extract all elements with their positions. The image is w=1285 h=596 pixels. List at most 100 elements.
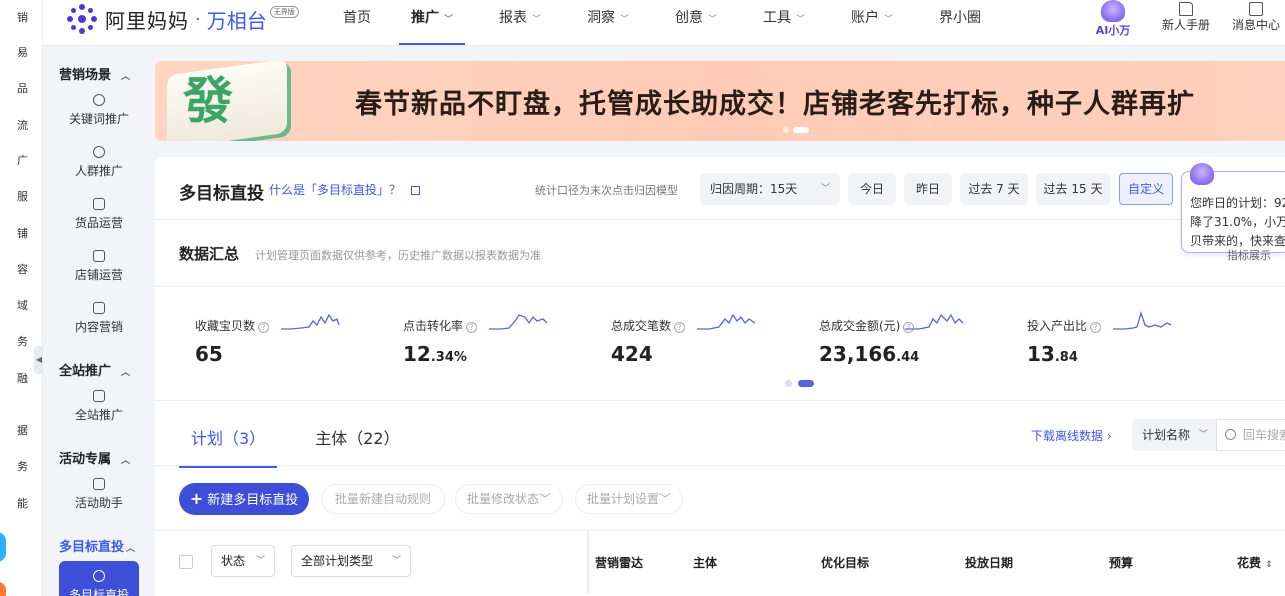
logo-main-text: 阿里妈妈 [105, 8, 189, 33]
help-icon: ? [1090, 322, 1102, 333]
sidebar-item-crowd[interactable]: 人群推广 [43, 146, 155, 179]
newbie-guide-button[interactable]: 新人手册 [1159, 0, 1213, 46]
sidebar-item-goods[interactable]: 货品运营 [43, 198, 155, 231]
message-center-button[interactable]: 消息中心 [1229, 0, 1283, 46]
sidebar-group-marketing[interactable]: 营销场景 ︿ [59, 64, 130, 83]
primary-nav-item[interactable]: 域 [17, 297, 28, 313]
nav-item[interactable]: 推广 ﹀ [398, 0, 466, 46]
primary-nav-item[interactable]: 流 [17, 117, 28, 133]
nav-item[interactable]: 界小圈 [939, 0, 981, 46]
tab-subjects[interactable]: 主体（22） [303, 419, 411, 455]
sparkline [905, 313, 964, 330]
gift-icon [93, 478, 105, 490]
chevron-down-icon: ﹀ [820, 184, 830, 194]
sparkline [697, 313, 756, 330]
sidebar-group-fullsite[interactable]: 全站推广 ︿ [59, 360, 130, 379]
batch-modify-status-button[interactable]: 批量修改状态﹀ [455, 484, 563, 514]
select-all-checkbox[interactable] [179, 555, 193, 569]
sort-icon: ⇕ [1265, 560, 1273, 570]
tab-plans[interactable]: 计划（3） [179, 419, 278, 468]
search-input[interactable]: 回车搜索 [1216, 419, 1285, 451]
sidebar-item-keyword[interactable]: 关键词推广 [43, 94, 155, 127]
primary-nav-item[interactable]: 能 [17, 495, 28, 511]
target-icon [93, 570, 105, 582]
help-link[interactable]: 什么是「多目标直投」？ [269, 181, 421, 198]
metric-card: 收藏宝贝数? 65 [195, 313, 395, 366]
sparkline [281, 313, 340, 330]
chevron-up-icon: ︿ [126, 544, 136, 554]
chevron-down-icon: ﹀ [1198, 430, 1208, 440]
sparkline [1113, 311, 1172, 330]
sidebar-item-multitarget[interactable]: 多目标直投 [59, 561, 139, 596]
metric-value: 12.34% [403, 342, 467, 366]
primary-nav-item[interactable]: 务 [17, 333, 28, 349]
nav-item[interactable]: 洞察 ﹀ [587, 0, 629, 46]
date-last7-button[interactable]: 过去 7 天 [960, 173, 1028, 205]
primary-nav-item[interactable]: 品 [17, 80, 28, 96]
sparkline [489, 314, 548, 330]
primary-nav-item[interactable]: 服 [17, 188, 28, 204]
logo-badge: 无界版 [269, 6, 299, 18]
batch-create-rule-button[interactable]: 批量新建自动规则 [321, 484, 445, 514]
app-shortcut-icon[interactable] [0, 582, 6, 596]
app-shortcut-icon[interactable] [0, 532, 6, 562]
primary-nav-item[interactable]: 务 [17, 458, 28, 474]
sidebar-group-activity[interactable]: 活动专属 ︿ [59, 448, 130, 467]
sidebar-group-multitarget[interactable]: 多目标直投 ︿ [59, 536, 135, 555]
download-offline-data-link[interactable]: 下载离线数据 › [1031, 427, 1112, 444]
sidebar-item-activity-helper[interactable]: 活动助手 [43, 478, 155, 511]
sidebar-item-shop[interactable]: 店铺运营 [43, 250, 155, 283]
metric-card: 总成交金额(元)? 23,166.44 [819, 313, 1019, 366]
nav-item[interactable]: 首页 [343, 0, 371, 46]
primary-nav-item[interactable]: 融 [17, 370, 28, 386]
nav-item[interactable]: 报表 ﹀ [499, 0, 541, 46]
primary-nav-item[interactable]: 广 [17, 152, 28, 168]
ai-robot-icon [1101, 0, 1125, 22]
chevron-down-icon: ﹀ [708, 15, 718, 25]
metric-card: 点击转化率? 12.34% [403, 314, 603, 366]
date-custom-button[interactable]: 自定义 [1119, 173, 1173, 205]
new-multitarget-button[interactable]: + 新建多目标直投 [179, 483, 309, 515]
search-icon [1225, 429, 1236, 440]
logo-product-text: 万相台 [206, 8, 267, 33]
attribution-period-select[interactable]: 归因周期：15天 ﹀ [700, 173, 840, 205]
date-last15-button[interactable]: 过去 15 天 [1036, 173, 1110, 205]
attribution-note: 统计口径为末次点击归因模型 [535, 184, 678, 197]
primary-sidebar: 销易品流广服铺容域务融据务能 [0, 0, 43, 596]
sidebar-item-fullsite[interactable]: 全站推广 [43, 390, 155, 423]
promo-banner[interactable]: 發 春节新品不盯盘，托管成长助成交！店铺老客先打标，种子人群再扩 [155, 61, 1285, 141]
nav-item[interactable]: 账户 ﹀ [851, 0, 893, 46]
primary-nav-item[interactable]: 容 [17, 261, 28, 277]
primary-nav-item[interactable]: 据 [17, 422, 28, 438]
banner-pagination[interactable] [783, 127, 809, 133]
nav-item[interactable]: 创意 ﹀ [675, 0, 717, 46]
help-icon: ? [674, 322, 686, 333]
column-header-sortable[interactable]: 花费 ⇕ [1237, 554, 1273, 571]
search-field-select[interactable]: 计划名称 ﹀ [1132, 419, 1216, 451]
metric-display-setting[interactable]: 指标展示 [1227, 247, 1271, 263]
metric-card: 总成交笔数? 424 [611, 313, 811, 366]
logo-separator: · [195, 8, 201, 30]
primary-nav-item[interactable]: 销 [17, 9, 28, 25]
banner-text: 春节新品不盯盘，托管成长助成交！店铺老客先打标，种子人群再扩 [355, 89, 1195, 120]
ai-assistant-button[interactable]: AI小万 [1093, 0, 1133, 46]
main-card: 多目标直投 什么是「多目标直投」？ 统计口径为末次点击归因模型 归因周期：15天… [155, 157, 1285, 596]
primary-nav-item[interactable]: 易 [17, 44, 28, 60]
nav-item[interactable]: 工具 ﹀ [763, 0, 805, 46]
date-today-button[interactable]: 今日 [848, 173, 896, 205]
date-yesterday-button[interactable]: 昨日 [904, 173, 952, 205]
plan-type-filter-select[interactable]: 全部计划类型 ﹀ [291, 545, 411, 577]
ai-robot-icon [1190, 163, 1214, 185]
mail-icon [1249, 2, 1263, 16]
metrics-pagination[interactable] [785, 380, 814, 387]
metric-value: 13.84 [1027, 342, 1078, 366]
newbie-guide-label: 新人手册 [1161, 18, 1210, 32]
status-filter-select[interactable]: 状态 ﹀ [211, 545, 275, 577]
sidebar-item-content[interactable]: 内容营销 [43, 302, 155, 335]
metric-value: 65 [195, 342, 223, 366]
primary-nav-item[interactable]: 铺 [17, 225, 28, 241]
logo[interactable]: 阿里妈妈 · 万相台 无界版 [67, 4, 299, 34]
document-icon [1179, 2, 1193, 16]
batch-plan-settings-button[interactable]: 批量计划设置﹀ [575, 484, 683, 514]
secondary-sidebar: 营销场景 ︿ 关键词推广 人群推广 货品运营 店铺运营 内容营销 全站推广 ︿ 全站… [43, 46, 155, 596]
